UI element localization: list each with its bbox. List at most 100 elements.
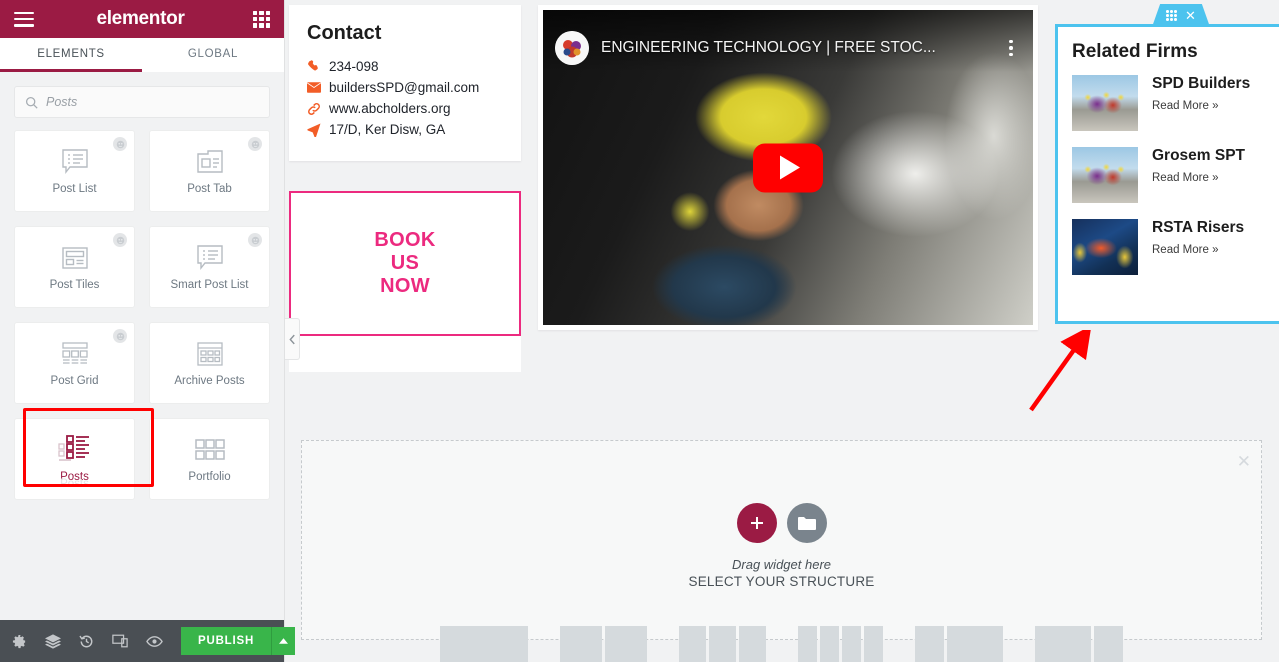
book-us-now-button[interactable]: BOOK US NOW: [289, 191, 521, 336]
widget-archive-posts[interactable]: Archive Posts: [149, 322, 270, 404]
widget-grid: Post List Post Tab Post Tiles Smart Post…: [0, 124, 284, 620]
related-firm-item[interactable]: RSTA Risers Read More »: [1072, 219, 1279, 275]
book-line-1: BOOK: [374, 229, 436, 252]
folder-icon: [797, 516, 816, 530]
sidebar-footer: PUBLISH: [0, 620, 296, 662]
widget-label: Smart Post List: [170, 279, 249, 291]
history-icon[interactable]: [79, 634, 94, 649]
dropzone-buttons: [736, 503, 827, 543]
firm-name: Grosem SPT: [1152, 147, 1246, 164]
preset-one-column[interactable]: [440, 626, 528, 662]
read-more-link[interactable]: Read More »: [1152, 244, 1244, 256]
envelope-icon: [307, 82, 329, 93]
widget-smart-post-list[interactable]: Smart Post List: [149, 226, 270, 308]
publish-options-caret-icon[interactable]: [271, 627, 296, 655]
youtube-embed[interactable]: ENGINEERING TECHNOLOGY | FREE STOC...: [543, 10, 1033, 325]
preset-left-two-thirds-right-third[interactable]: [1035, 626, 1123, 662]
editor-canvas: Contact 234-098 buildersSPD@gmail.com ww…: [285, 0, 1279, 662]
firm-thumbnail: [1072, 219, 1138, 275]
related-firms-widget[interactable]: ✕ Related Firms SPD Builders Read More »…: [1055, 4, 1279, 324]
post-tiles-icon: [60, 243, 90, 273]
widget-edit-handle: ✕: [1152, 4, 1210, 27]
widget-label: Archive Posts: [174, 375, 245, 387]
pro-badge-icon: [248, 233, 262, 247]
widget-post-grid[interactable]: Post Grid: [14, 322, 135, 404]
elementor-logo: elementor: [96, 8, 185, 29]
drag-widget-text: Drag widget here: [732, 557, 831, 572]
search-box[interactable]: [14, 86, 270, 118]
panel-collapse-handle[interactable]: [285, 318, 300, 360]
tab-elements[interactable]: ELEMENTS: [0, 38, 142, 72]
book-line-3: NOW: [380, 274, 430, 297]
channel-avatar-icon: [555, 31, 589, 65]
elementor-editor: elementor ELEMENTS GLOBAL Posts Post Lis…: [0, 0, 1279, 662]
layers-icon[interactable]: [45, 633, 61, 649]
archive-posts-icon: [196, 339, 224, 369]
post-grid-icon: [60, 339, 90, 369]
related-firm-item[interactable]: SPD Builders Read More »: [1072, 75, 1279, 131]
portfolio-icon: [194, 435, 225, 465]
section-dropzone[interactable]: ✕ Drag widget here SELECT YOUR STRUCTURE: [301, 440, 1262, 662]
firm-thumbnail: [1072, 75, 1138, 131]
plus-icon: [750, 517, 763, 529]
widget-drag-ghost-label: Posts: [60, 478, 89, 490]
preset-four-columns[interactable]: [798, 626, 883, 662]
youtube-play-icon[interactable]: [753, 143, 823, 192]
widget-post-list[interactable]: Post List: [14, 130, 135, 212]
widget-post-tiles[interactable]: Post Tiles: [14, 226, 135, 308]
widget-label: Portfolio: [188, 471, 231, 483]
pro-badge-icon: [113, 233, 127, 247]
contact-widget[interactable]: Contact 234-098 buildersSPD@gmail.com ww…: [289, 5, 521, 161]
preview-icon[interactable]: [146, 635, 163, 648]
search-icon: [25, 96, 38, 109]
related-firms-title: Related Firms: [1072, 41, 1198, 62]
search-section: [0, 72, 284, 124]
contact-phone-text: 234-098: [329, 59, 379, 74]
read-more-link[interactable]: Read More »: [1152, 100, 1250, 112]
kebab-menu-icon[interactable]: [1001, 39, 1021, 57]
contact-row-website: www.abcholders.org: [307, 101, 503, 116]
posts-icon: [57, 435, 92, 465]
red-arrow-annotation: [1029, 330, 1092, 412]
tab-global[interactable]: GLOBAL: [142, 38, 284, 72]
apps-grid-icon[interactable]: [253, 10, 270, 28]
firm-thumbnail: [1072, 147, 1138, 203]
publish-button[interactable]: PUBLISH: [181, 627, 272, 655]
responsive-icon[interactable]: [112, 634, 128, 648]
related-firm-item[interactable]: Grosem SPT Read More »: [1072, 147, 1279, 203]
close-icon[interactable]: ✕: [1237, 453, 1251, 470]
contact-address-text: 17/D, Ker Disw, GA: [329, 122, 446, 137]
preset-left-third-right-two-thirds[interactable]: [915, 626, 1003, 662]
post-list-icon: [60, 147, 90, 177]
close-icon[interactable]: ✕: [1185, 9, 1196, 22]
read-more-link[interactable]: Read More »: [1152, 172, 1245, 184]
firm-name: RSTA Risers: [1152, 219, 1245, 236]
contact-row-phone: 234-098: [307, 59, 503, 74]
add-template-button[interactable]: [786, 503, 827, 543]
link-icon: [307, 102, 329, 116]
drag-dots-icon[interactable]: [1166, 10, 1178, 21]
select-structure-text: SELECT YOUR STRUCTURE: [688, 574, 875, 589]
book-us-now-label: BOOK US NOW: [374, 229, 435, 297]
widget-posts[interactable]: Posts Posts: [14, 418, 135, 500]
search-input[interactable]: [46, 95, 259, 109]
book-us-now-widget[interactable]: BOOK US NOW: [289, 191, 521, 336]
widget-label: Post Grid: [50, 375, 99, 387]
smart-post-list-icon: [195, 243, 225, 273]
preset-three-columns[interactable]: [679, 626, 766, 662]
pro-badge-icon: [248, 137, 262, 151]
editor-sidebar: elementor ELEMENTS GLOBAL Posts Post Lis…: [0, 0, 296, 662]
contact-website-text: www.abcholders.org: [329, 101, 451, 116]
widget-portfolio[interactable]: Portfolio: [149, 418, 270, 500]
video-widget[interactable]: ENGINEERING TECHNOLOGY | FREE STOC...: [538, 5, 1038, 330]
widget-label: Post Tab: [187, 183, 232, 195]
phone-icon: [307, 59, 329, 74]
settings-icon[interactable]: [12, 634, 27, 649]
sidebar-header: elementor: [0, 0, 284, 38]
video-title: ENGINEERING TECHNOLOGY | FREE STOC...: [601, 39, 936, 56]
pro-badge-icon: [113, 137, 127, 151]
dropzone-content: Drag widget here SELECT YOUR STRUCTURE: [302, 503, 1261, 589]
add-section-button[interactable]: [736, 503, 777, 543]
preset-two-columns[interactable]: [560, 626, 647, 662]
widget-post-tab[interactable]: Post Tab: [149, 130, 270, 212]
